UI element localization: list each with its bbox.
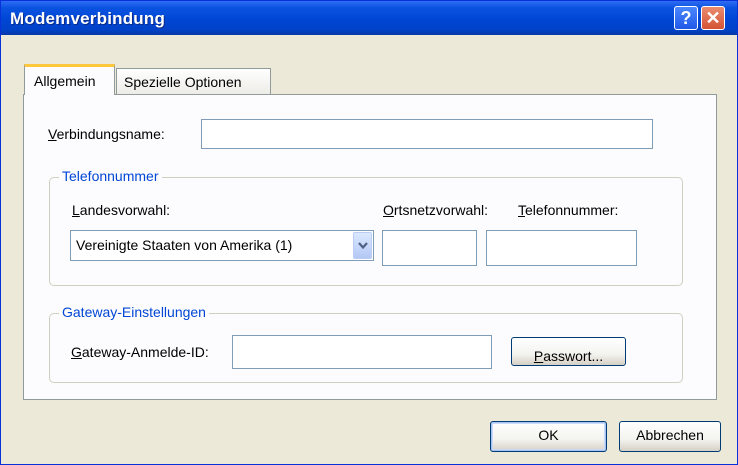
country-code-value: Vereinigte Staaten von Amerika (1)	[76, 237, 293, 253]
access-key: O	[383, 202, 394, 218]
window-title: Modemverbindung	[10, 9, 166, 28]
label-text: elefonnummer:	[525, 202, 619, 218]
phone-number-label: Telefonnummer:	[518, 202, 618, 218]
country-code-label: Landesvorwahl:	[72, 202, 170, 218]
connection-name-input[interactable]	[201, 119, 653, 149]
phone-number-input[interactable]	[486, 230, 637, 266]
access-key: P	[533, 348, 544, 364]
label-text: erbindungsname:	[56, 126, 165, 142]
tab-panel: Verbindungsname: Telefonnummer Landesvor…	[23, 94, 717, 400]
gateway-login-input[interactable]	[232, 335, 492, 369]
ok-label: OK	[538, 427, 559, 443]
country-code-select[interactable]: Vereinigte Staaten von Amerika (1)	[70, 230, 374, 261]
tab-label: Allgemein	[34, 73, 96, 89]
access-key: V	[48, 126, 57, 142]
cancel-button[interactable]: Abbrechen	[619, 421, 721, 452]
dialog-window: Modemverbindung ? ✕ Allgemein Spezielle …	[0, 0, 738, 465]
title-bar[interactable]: Modemverbindung ? ✕	[1, 1, 737, 35]
connection-name-label: Verbindungsname:	[48, 126, 165, 142]
label-text: rtsnetzvorwahl:	[393, 202, 489, 218]
access-key: L	[72, 202, 80, 218]
label-text: andesvorwahl:	[79, 202, 171, 218]
tab-label: Spezielle Optionen	[124, 74, 242, 90]
ok-button[interactable]: OK	[490, 421, 607, 452]
close-icon[interactable]: ✕	[701, 6, 725, 30]
label-text: ateway-Anmelde-ID:	[81, 344, 209, 360]
gateway-group-title: Gateway-Einstellungen	[59, 304, 209, 320]
cancel-label: Abbrechen	[636, 427, 704, 443]
area-code-label: Ortsnetzvorwahl:	[383, 202, 488, 218]
button-label: asswort...	[543, 348, 604, 364]
access-key: G	[71, 344, 82, 360]
tab-allgemein[interactable]: Allgemein	[24, 64, 115, 95]
password-button[interactable]: Passwort...	[511, 337, 626, 366]
gateway-login-label: Gateway-Anmelde-ID:	[71, 344, 209, 360]
area-code-input[interactable]	[382, 230, 477, 266]
help-icon[interactable]: ?	[674, 6, 698, 30]
chevron-down-icon[interactable]	[353, 232, 372, 259]
tab-spezielle-optionen[interactable]: Spezielle Optionen	[116, 68, 271, 95]
phone-group-title: Telefonnummer	[59, 168, 162, 184]
access-key: T	[518, 202, 525, 218]
